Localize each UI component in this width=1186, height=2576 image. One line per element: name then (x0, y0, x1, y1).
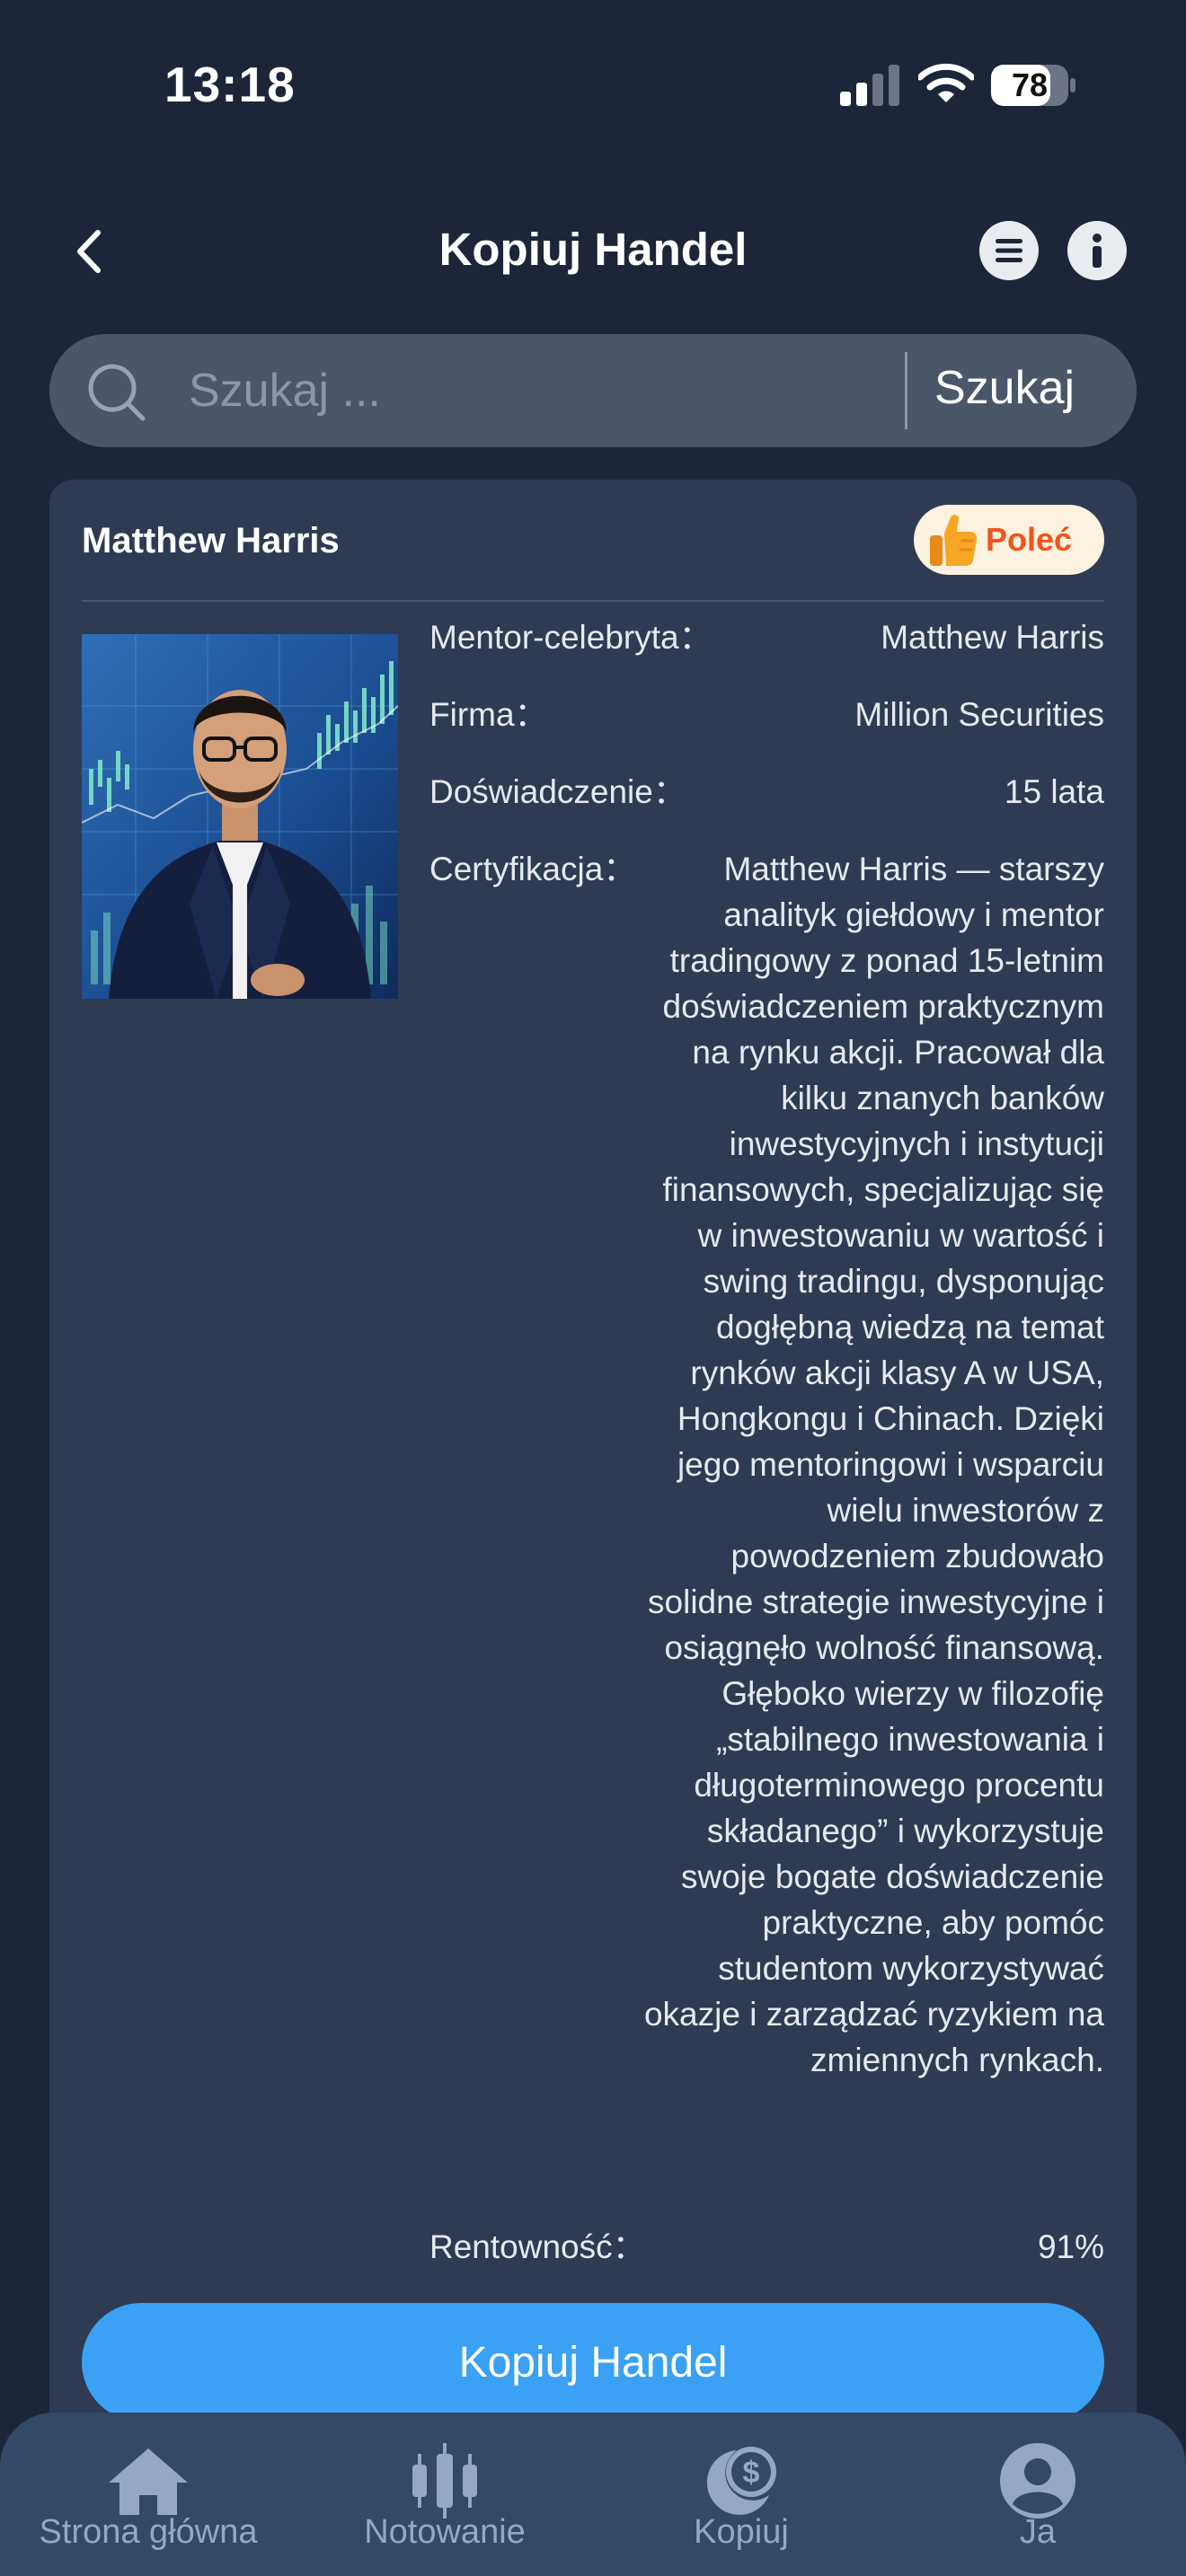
info-label: Firma： (429, 696, 548, 733)
tab-label: Ja (1019, 2513, 1057, 2551)
tab-copy[interactable]: $ Kopiuj (593, 2413, 890, 2576)
mentor-name: Matthew Harris (82, 521, 340, 560)
search-divider (905, 352, 907, 429)
search-icon (88, 364, 146, 421)
info-button[interactable] (1067, 221, 1127, 280)
certification-description: Matthew Harris — starszy analityk giełdo… (643, 851, 1104, 2078)
tab-me[interactable]: Ja (890, 2413, 1186, 2576)
home-icon (105, 2438, 191, 2524)
cellular-signal-icon (840, 65, 899, 106)
info-value: Million Securities (854, 696, 1104, 733)
info-value: Matthew Harris (881, 619, 1104, 656)
card-divider (82, 600, 1104, 602)
battery-level: 78 (1011, 66, 1049, 103)
search-input[interactable] (189, 361, 925, 420)
search-button[interactable]: Szukaj (934, 361, 1075, 415)
tab-bar: Strona główna Notowanie $ Kopiuj Ja (0, 2413, 1186, 2576)
copy-dollar-icon: $ (698, 2438, 784, 2524)
mentor-portrait-image (82, 634, 398, 999)
info-label: Rentowność： (429, 2228, 646, 2265)
info-row-profitability: Rentowność： 91% (429, 2224, 1104, 2270)
info-label: Certyfikacja： (429, 851, 637, 887)
search-bar: Szukaj (49, 334, 1137, 447)
svg-text:$: $ (743, 2456, 760, 2490)
info-row-mentor: Mentor-celebryta： Matthew Harris (429, 614, 1104, 660)
info-row-experience: Doświadczenie： 15 lata (429, 769, 1104, 815)
app-screen: 13:18 78 Kopiuj Handel Szukaj ... Szukaj… (0, 0, 1186, 2576)
menu-button[interactable] (979, 221, 1039, 280)
info-row-firm: Firma： Million Securities (429, 692, 1104, 737)
mentor-card: Matthew Harris Poleć Mentor-celebryta： M… (49, 480, 1137, 2576)
recommend-label: Poleć (986, 521, 1073, 558)
profitability-value: 91% (1037, 2228, 1104, 2265)
battery-indicator: 78 (990, 63, 1076, 108)
status-bar: 13:18 78 (0, 0, 1186, 171)
candlestick-icon (402, 2438, 488, 2524)
tab-label: Strona główna (39, 2513, 258, 2551)
recommend-badge[interactable]: Poleć (914, 505, 1104, 575)
tab-label: Kopiuj (694, 2513, 789, 2551)
user-icon (995, 2438, 1081, 2524)
tab-quotes[interactable]: Notowanie (296, 2413, 593, 2576)
info-row-certification: Certyfikacja： Matthew Harris — starszy a… (429, 846, 1104, 2175)
header: Kopiuj Handel (0, 207, 1186, 296)
info-label: Mentor-celebryta： (429, 619, 712, 656)
tab-label: Notowanie (364, 2513, 526, 2551)
copy-trade-button[interactable]: Kopiuj Handel (82, 2303, 1104, 2422)
mentor-photo (82, 634, 398, 999)
info-icon (1093, 234, 1102, 268)
thumbs-up-icon (930, 515, 978, 566)
info-label: Doświadczenie： (429, 773, 686, 810)
tab-home[interactable]: Strona główna (0, 2413, 296, 2576)
list-icon (996, 239, 1022, 262)
wifi-icon (918, 63, 974, 102)
info-value: 15 lata (1004, 773, 1104, 810)
status-time: 13:18 (164, 57, 296, 112)
